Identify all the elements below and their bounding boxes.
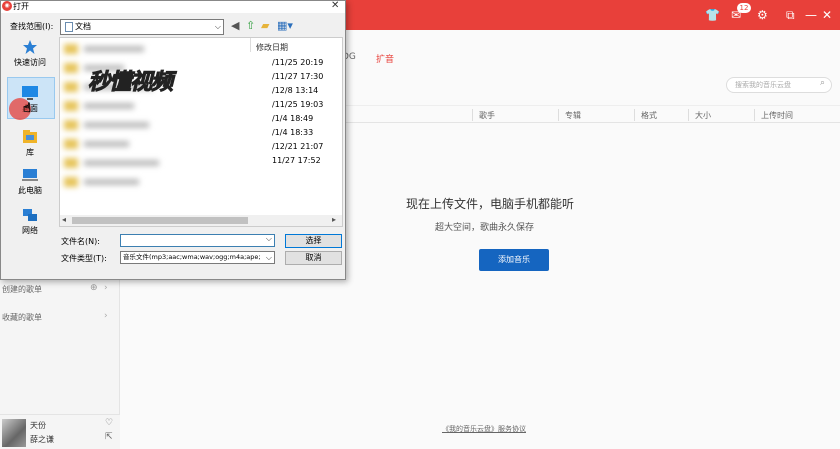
mouse-pointer-icon: ☝ <box>23 101 32 117</box>
album-cover[interactable] <box>2 419 26 447</box>
up-folder-icon[interactable]: ⇧ <box>246 20 255 32</box>
artist-name[interactable]: 薛之谦 <box>30 434 54 445</box>
chevron-right-icon[interactable]: › <box>104 311 108 321</box>
cancel-button[interactable]: 取消 <box>285 251 342 265</box>
file-date[interactable]: 11/27 17:52 <box>272 156 321 165</box>
column-header-artist[interactable]: 歌手 <box>479 110 495 121</box>
heart-icon[interactable]: ♡ <box>105 418 113 428</box>
file-date[interactable]: /11/25 19:03 <box>272 100 323 109</box>
now-playing-bar: 天份 薛之谦 ♡ ⇱ <box>0 414 120 449</box>
column-divider <box>754 109 755 121</box>
settings-gear-icon[interactable]: ⚙ <box>757 7 768 23</box>
scroll-left-icon[interactable]: ◂ <box>62 215 66 224</box>
file-date[interactable]: /1/4 18:49 <box>272 114 313 123</box>
search-icon[interactable]: ⌕ <box>820 78 825 88</box>
view-menu-icon[interactable]: ▦▾ <box>277 20 293 32</box>
filetype-dropdown[interactable]: 音乐文件(mp3;aac;wma;wav;ogg;m4a;ape; ⌵ <box>120 251 275 264</box>
add-music-button[interactable]: 添加音乐 <box>479 249 549 271</box>
file-list[interactable]: 秒懂视频 修改日期 /11/25 20:19 /11/27 17:30 /12/… <box>59 37 343 227</box>
place-label: 此电脑 <box>18 186 42 195</box>
look-in-dropdown[interactable]: 文档 ⌵ <box>60 19 224 35</box>
library-icon <box>23 130 37 143</box>
scrollbar-thumb[interactable] <box>72 217 248 224</box>
column-divider <box>634 109 635 121</box>
empty-state-subtitle: 超大空间，歌曲永久保存 <box>435 223 535 233</box>
sidebar-collected-playlists[interactable]: 收藏的歌单 <box>2 312 42 323</box>
close-icon[interactable]: ✕ <box>822 7 832 23</box>
search-input[interactable]: 搜索我的音乐云盘 <box>726 77 832 93</box>
dialog-close-icon[interactable]: ✕ <box>331 0 339 11</box>
select-button[interactable]: 选择 <box>285 234 342 248</box>
column-header-date-modified[interactable]: 修改日期 <box>256 42 288 53</box>
column-header-size[interactable]: 大小 <box>695 110 711 121</box>
column-divider <box>250 38 251 52</box>
song-title[interactable]: 天份 <box>30 420 46 431</box>
column-divider <box>688 109 689 121</box>
empty-state-title: 现在上传文件，电脑手机都能听 <box>406 197 575 211</box>
dialog-title-bar: ◉ 打开 ✕ <box>1 0 345 13</box>
new-folder-icon[interactable]: ▰ <box>261 20 269 32</box>
column-header-format[interactable]: 格式 <box>641 110 657 121</box>
place-label: 快速访问 <box>14 58 46 67</box>
place-label: 网络 <box>22 226 38 235</box>
place-network[interactable]: 网络 <box>2 207 58 236</box>
place-libraries[interactable]: 库 <box>2 129 58 158</box>
place-label: 库 <box>26 148 34 157</box>
look-in-label: 查找范围(I): <box>10 22 54 31</box>
place-quick-access[interactable]: 快速访问 <box>2 39 58 68</box>
tab-expand[interactable]: 扩音 <box>376 52 394 65</box>
service-agreement-link[interactable]: 《我的音乐云盘》服务协议 <box>442 424 526 434</box>
skin-icon[interactable]: 👕 <box>705 7 720 23</box>
video-watermark: 秒懂视频 <box>87 70 173 96</box>
filetype-value: 音乐文件(mp3;aac;wma;wav;ogg;m4a;ape; <box>123 253 261 261</box>
column-divider <box>558 109 559 121</box>
dialog-title: 打开 <box>13 2 29 11</box>
file-date[interactable]: /12/8 13:14 <box>272 86 318 95</box>
share-icon[interactable]: ⇱ <box>105 432 113 442</box>
chevron-down-icon[interactable]: ⌵ <box>266 234 272 244</box>
back-icon[interactable]: ◀ <box>231 20 239 32</box>
file-date[interactable]: /12/21 21:07 <box>272 142 323 151</box>
file-date[interactable]: /11/25 20:19 <box>272 58 323 67</box>
network-icon <box>23 209 37 221</box>
chevron-down-icon: ⌵ <box>214 22 221 31</box>
minimize-icon[interactable]: — <box>805 7 817 23</box>
open-file-dialog: ◉ 打开 ✕ 查找范围(I): 文档 ⌵ ◀ ⇧ ▰ ▦▾ 快速访问 桌面 库 … <box>0 0 346 280</box>
filetype-label: 文件类型(T): <box>61 254 107 263</box>
sidebar-created-playlists[interactable]: 创建的歌单 <box>2 284 42 295</box>
place-this-pc[interactable]: 此电脑 <box>2 167 58 196</box>
file-date[interactable]: /1/4 18:33 <box>272 128 313 137</box>
add-playlist-icon[interactable]: ⊕ <box>90 283 98 293</box>
column-header-album[interactable]: 专辑 <box>565 110 581 121</box>
app-logo-icon: ◉ <box>2 1 12 11</box>
message-count-badge: 12 <box>737 3 751 13</box>
scroll-right-icon[interactable]: ▸ <box>332 215 336 224</box>
horizontal-scrollbar[interactable]: ◂ ▸ <box>60 215 342 226</box>
file-date[interactable]: /11/27 17:30 <box>272 72 323 81</box>
chevron-right-icon[interactable]: › <box>104 283 108 293</box>
mini-mode-icon[interactable]: ⧉ <box>786 7 795 23</box>
computer-icon <box>22 169 38 181</box>
document-folder-icon <box>65 22 73 32</box>
places-bar: 快速访问 桌面 库 此电脑 网络 <box>2 37 58 247</box>
chevron-down-icon: ⌵ <box>265 252 272 263</box>
star-icon <box>23 40 37 54</box>
filename-input[interactable]: ⌵ <box>120 234 275 247</box>
column-divider <box>472 109 473 121</box>
column-header-upload-time[interactable]: 上传时间 <box>761 110 793 121</box>
filename-label: 文件名(N): <box>61 237 100 246</box>
look-in-value: 文档 <box>75 22 91 31</box>
